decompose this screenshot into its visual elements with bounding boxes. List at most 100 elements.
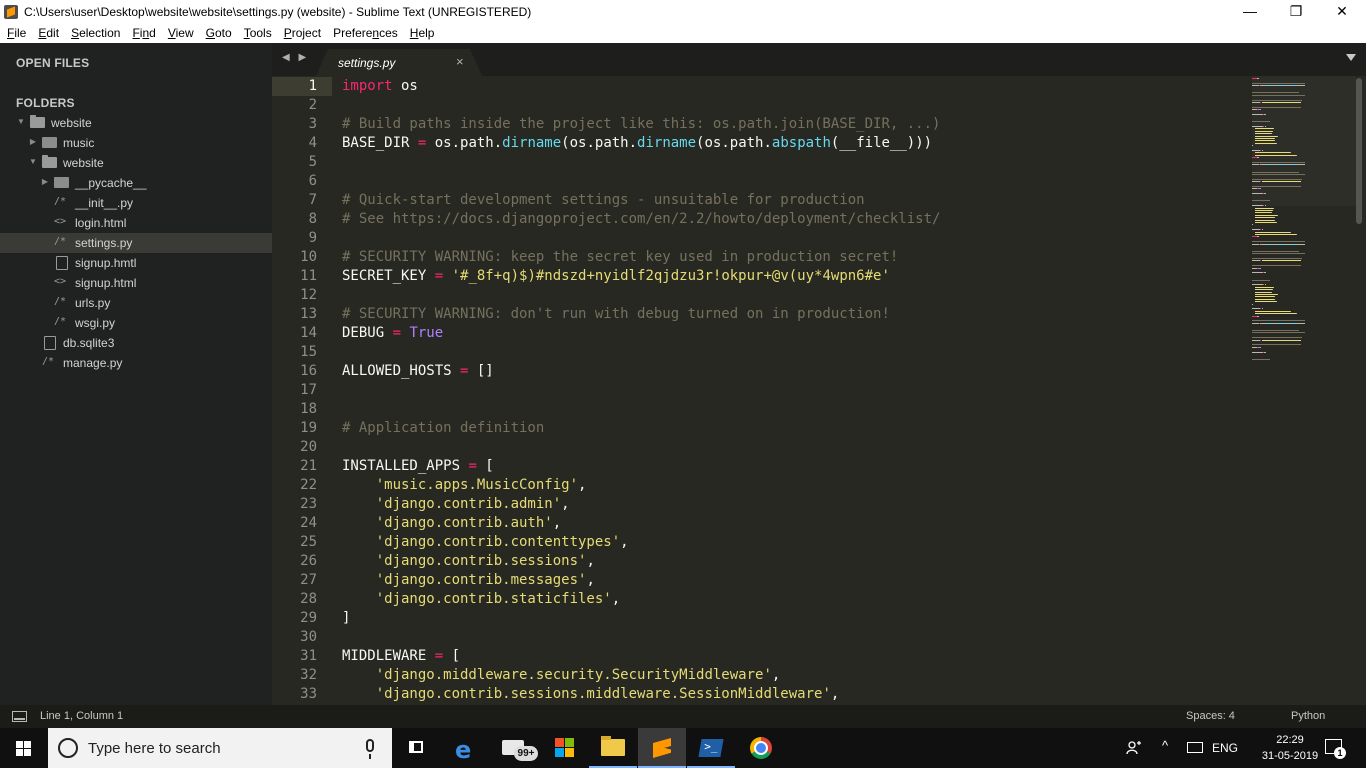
code-line[interactable]: 'django.contrib.admin', — [342, 495, 570, 514]
menu-item[interactable]: Help — [410, 26, 435, 40]
minimap[interactable] — [1252, 76, 1342, 705]
code-line[interactable]: 'django.contrib.staticfiles', — [342, 590, 620, 609]
start-button[interactable] — [0, 728, 48, 768]
code-line[interactable]: 'music.apps.MusicConfig', — [342, 476, 587, 495]
input-language[interactable]: ENG — [1212, 741, 1238, 768]
minimap-line — [1255, 210, 1272, 211]
code-line[interactable]: BASE_DIR = os.path.dirname(os.path.dirna… — [342, 134, 932, 153]
code-line[interactable]: 'django.contrib.auth', — [342, 514, 561, 533]
chrome-button[interactable] — [737, 728, 785, 768]
sublime-text-taskbar-button[interactable] — [638, 728, 686, 768]
title-bar: C:\Users\user\Desktop\website\website\se… — [0, 0, 1366, 23]
tree-file[interactable]: /* urls.py — [0, 293, 272, 313]
code-line[interactable]: SECRET_KEY = '#_8f+q)$)#ndszd+nyidlf2qjd… — [342, 267, 890, 286]
menu-item[interactable]: Project — [284, 26, 321, 40]
html-file-icon: <> — [54, 276, 67, 287]
menu-item[interactable]: Selection — [71, 26, 120, 40]
tree-file[interactable]: signup.hmtl — [0, 253, 272, 273]
code-line[interactable]: # Application definition — [342, 419, 544, 438]
battery-icon[interactable] — [1187, 742, 1203, 753]
maximize-button[interactable]: ❐ — [1273, 0, 1319, 23]
code-token: (os.path. — [696, 135, 772, 151]
line-number: 24 — [300, 515, 317, 531]
action-center-icon[interactable]: 1 — [1325, 739, 1346, 759]
mail-button[interactable]: 99+ — [492, 728, 540, 768]
code-line[interactable]: MIDDLEWARE = [ — [342, 647, 460, 666]
file-explorer-button[interactable] — [589, 728, 637, 768]
minimap-line — [1264, 114, 1266, 115]
code-line[interactable]: 'django.contrib.messages', — [342, 571, 595, 590]
minimap-line — [1261, 339, 1301, 341]
line-number: 17 — [300, 382, 317, 398]
clock[interactable]: 22:29 31-05-2019 — [1260, 732, 1320, 768]
tree-file[interactable]: /* settings.py — [0, 233, 272, 253]
code-token: import — [342, 78, 393, 94]
taskbar-search-box[interactable]: Type here to search — [48, 728, 392, 768]
tree-file[interactable]: /* wsgi.py — [0, 313, 272, 333]
tree-folder[interactable]: ▼ website — [0, 153, 272, 173]
code-line[interactable]: ] — [342, 609, 350, 628]
tree-folder[interactable]: ▶ music — [0, 133, 272, 153]
menu-item[interactable]: View — [168, 26, 194, 40]
minimap-line — [1252, 315, 1257, 317]
code-line[interactable]: # SECURITY WARNING: keep the secret key … — [342, 248, 898, 267]
code-line[interactable]: 'django.contrib.sessions.middleware.Sess… — [342, 685, 840, 704]
powershell-button[interactable] — [687, 728, 735, 768]
code-line[interactable]: # SECURITY WARNING: don't run with debug… — [342, 305, 890, 324]
task-view-button[interactable] — [392, 728, 440, 768]
collapsed-arrow-icon[interactable]: ▶ — [40, 177, 50, 187]
code-line[interactable]: DEBUG = True — [342, 324, 443, 343]
tree-file[interactable]: <> login.html — [0, 213, 272, 233]
panel-toggle-icon[interactable] — [12, 711, 27, 722]
vertical-scrollbar[interactable] — [1356, 78, 1362, 224]
tab-close-icon[interactable]: × — [456, 54, 464, 69]
minimap-line — [1252, 253, 1306, 255]
code-line[interactable]: # Build paths inside the project like th… — [342, 115, 940, 134]
tree-file[interactable]: /* manage.py — [0, 353, 272, 373]
people-icon[interactable] — [1126, 740, 1142, 756]
menu-item[interactable]: Tools — [244, 26, 272, 40]
syntax-selector[interactable]: Python — [1291, 710, 1325, 722]
minimap-line — [1258, 267, 1261, 269]
tab-settings-py[interactable]: settings.py × — [316, 49, 482, 76]
code-line[interactable]: ALLOWED_HOSTS = [] — [342, 362, 494, 381]
code-token: os — [392, 78, 418, 94]
code-token: # Application definition — [342, 420, 545, 436]
menu-item[interactable]: Find — [132, 26, 155, 40]
tab-nav-arrows[interactable]: ◀ ▶ — [282, 52, 309, 63]
edge-button[interactable]: e — [443, 728, 491, 768]
open-files-header[interactable]: OPEN FILES — [16, 56, 89, 70]
minimize-button[interactable]: — — [1227, 0, 1273, 23]
tree-folder[interactable]: ▼ website — [0, 113, 272, 133]
minimap-line — [1255, 140, 1274, 142]
menu-item[interactable]: File — [7, 26, 26, 40]
microphone-icon[interactable] — [366, 739, 374, 759]
code-line[interactable]: # Quick-start development settings - uns… — [342, 191, 865, 210]
code-line[interactable]: INSTALLED_APPS = [ — [342, 457, 494, 476]
tree-file[interactable]: <> signup.html — [0, 273, 272, 293]
expanded-arrow-icon[interactable]: ▼ — [28, 157, 38, 167]
tree-folder[interactable]: ▶ __pycache__ — [0, 173, 272, 193]
tab-dropdown-icon[interactable] — [1346, 54, 1356, 61]
menu-item[interactable]: Preferences — [333, 26, 398, 40]
menu-item[interactable]: Edit — [38, 26, 59, 40]
minimap-line — [1252, 243, 1259, 245]
store-button[interactable] — [541, 728, 589, 768]
code-line[interactable]: 'django.contrib.contenttypes', — [342, 533, 629, 552]
minimap-line — [1276, 135, 1278, 137]
code-line[interactable]: 'django.middleware.security.SecurityMidd… — [342, 666, 781, 685]
minimap-line — [1273, 296, 1275, 298]
code-line[interactable]: import os — [342, 77, 418, 96]
minimap-line — [1252, 99, 1302, 101]
code-editor[interactable]: 1 2 3 4 5 6 7 8 9 10 11 12 13 14 15 16 17 18 19 20 21 22 23 24 2… — [272, 76, 1366, 705]
close-button[interactable]: ✕ — [1319, 0, 1365, 23]
show-hidden-icons-chevron[interactable]: ^ — [1162, 738, 1168, 768]
collapsed-arrow-icon[interactable]: ▶ — [28, 137, 38, 147]
tree-file[interactable]: /* __init__.py — [0, 193, 272, 213]
code-line[interactable]: # See https://docs.djangoproject.com/en/… — [342, 210, 940, 229]
tree-file[interactable]: db.sqlite3 — [0, 333, 272, 353]
indentation-setting[interactable]: Spaces: 4 — [1186, 710, 1235, 722]
menu-item[interactable]: Goto — [206, 26, 232, 40]
expanded-arrow-icon[interactable]: ▼ — [16, 117, 26, 127]
code-line[interactable]: 'django.contrib.sessions', — [342, 552, 595, 571]
